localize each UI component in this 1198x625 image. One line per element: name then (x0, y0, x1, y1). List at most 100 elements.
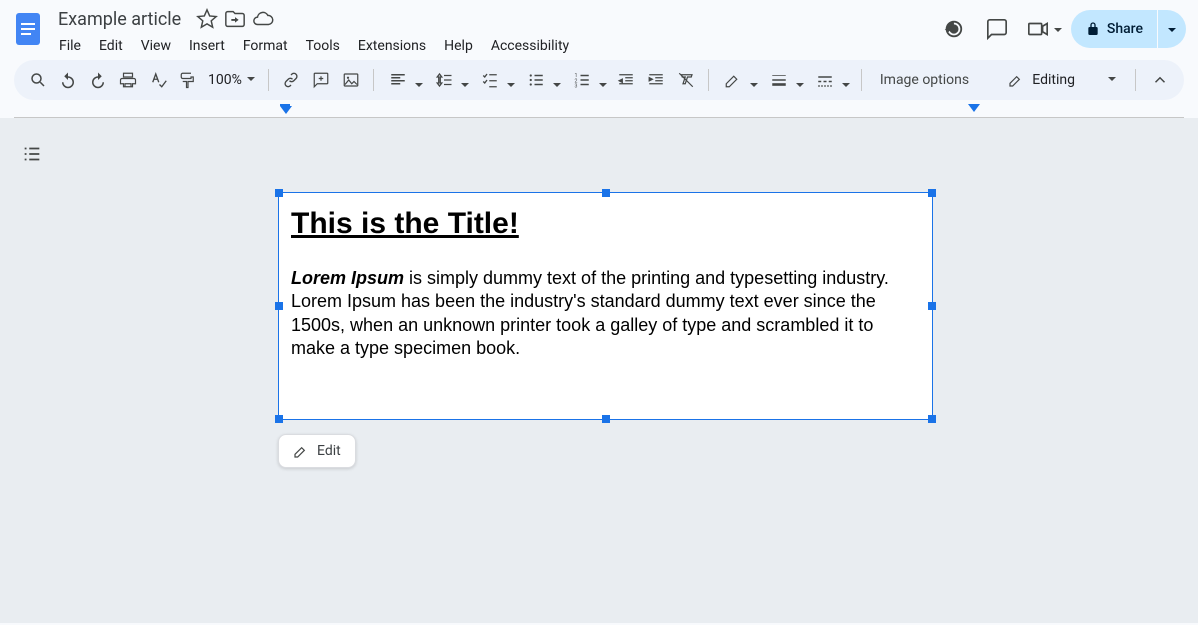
toolbar: 100% 123 Image options (14, 60, 1184, 100)
pen-icon (719, 66, 747, 94)
resize-handle-sw[interactable] (275, 415, 283, 423)
add-comment-icon[interactable] (307, 66, 335, 94)
caret-down-icon (552, 75, 562, 85)
outline-toggle-icon[interactable] (14, 136, 50, 172)
lock-icon (1085, 21, 1101, 37)
right-indent-marker[interactable] (968, 104, 980, 112)
menu-view[interactable]: View (134, 34, 178, 58)
separator (1135, 69, 1136, 91)
menubar: File Edit View Insert Format Tools Exten… (52, 32, 576, 60)
text-box-content: This is the Title! Lorem Ipsum is simply… (279, 193, 932, 389)
bullet-list-icon (522, 66, 550, 94)
title-actions (195, 7, 275, 31)
toolbar-right: Editing (1000, 66, 1174, 94)
menu-file[interactable]: File (52, 34, 88, 58)
resize-handle-nw[interactable] (275, 189, 283, 197)
caret-down-icon (841, 75, 851, 85)
menu-insert[interactable]: Insert (182, 34, 232, 58)
video-icon (1023, 11, 1053, 47)
menu-accessibility[interactable]: Accessibility (484, 34, 576, 58)
caret-down-icon (1107, 72, 1117, 88)
border-dash-icon (811, 66, 839, 94)
line-spacing-dropdown[interactable] (428, 66, 472, 94)
align-left-icon (384, 66, 412, 94)
resize-handle-w[interactable] (275, 302, 283, 310)
caret-down-icon (1053, 20, 1063, 39)
document-canvas[interactable]: This is the Title! Lorem Ipsum is simply… (0, 118, 1198, 623)
border-weight-icon (765, 66, 793, 94)
redo-icon[interactable] (84, 66, 112, 94)
caret-down-icon (1167, 20, 1177, 39)
editing-mode-label: Editing (1032, 72, 1075, 88)
pencil-icon (293, 443, 309, 459)
clear-formatting-icon[interactable] (672, 66, 700, 94)
title-row: Example article (52, 6, 576, 32)
indent-decrease-icon[interactable] (612, 66, 640, 94)
caret-down-icon (460, 75, 470, 85)
paint-format-icon[interactable] (174, 66, 202, 94)
resize-handle-s[interactable] (602, 415, 610, 423)
caret-down-icon (414, 75, 424, 85)
menu-edit[interactable]: Edit (92, 34, 130, 58)
document-title[interactable]: Example article (52, 9, 187, 30)
share-button[interactable]: Share (1071, 10, 1157, 48)
caret-down-icon (246, 72, 256, 88)
history-icon[interactable] (935, 11, 971, 47)
menu-tools[interactable]: Tools (299, 34, 347, 58)
content-body: Lorem Ipsum is simply dummy text of the … (291, 267, 920, 361)
zoom-value: 100% (208, 72, 242, 88)
star-icon[interactable] (195, 7, 219, 31)
caret-down-icon (506, 75, 516, 85)
header-right: Share (935, 6, 1190, 52)
search-menus-icon[interactable] (24, 66, 52, 94)
checklist-icon (476, 66, 504, 94)
pencil-icon (1008, 72, 1024, 88)
comments-icon[interactable] (979, 11, 1015, 47)
separator (861, 69, 862, 91)
border-color-dropdown[interactable] (717, 66, 761, 94)
meet-button[interactable] (1023, 11, 1063, 47)
content-title: This is the Title! (291, 207, 920, 241)
border-weight-dropdown[interactable] (763, 66, 807, 94)
move-icon[interactable] (223, 7, 247, 31)
bullet-list-dropdown[interactable] (520, 66, 564, 94)
line-spacing-icon (430, 66, 458, 94)
ruler[interactable] (14, 104, 1184, 118)
caret-down-icon (749, 75, 759, 85)
numbered-list-dropdown[interactable]: 123 (566, 66, 610, 94)
resize-handle-e[interactable] (928, 302, 936, 310)
edit-popover-label: Edit (317, 443, 341, 459)
numbered-list-icon: 123 (568, 66, 596, 94)
collapse-toolbar-icon[interactable] (1146, 66, 1174, 94)
resize-handle-ne[interactable] (928, 189, 936, 197)
app-header: Example article File Edit View Insert Fo… (0, 0, 1198, 60)
menu-help[interactable]: Help (437, 34, 480, 58)
print-icon[interactable] (114, 66, 142, 94)
resize-handle-se[interactable] (928, 415, 936, 423)
image-options-button[interactable]: Image options (870, 72, 979, 88)
docs-logo[interactable] (8, 6, 48, 52)
menu-format[interactable]: Format (236, 34, 295, 58)
text-box-selection[interactable]: This is the Title! Lorem Ipsum is simply… (278, 192, 933, 420)
zoom-select[interactable]: 100% (204, 72, 260, 88)
share-label: Share (1107, 21, 1143, 37)
cloud-status-icon[interactable] (251, 7, 275, 31)
separator (373, 69, 374, 91)
checklist-dropdown[interactable] (474, 66, 518, 94)
spellcheck-icon[interactable] (144, 66, 172, 94)
caret-down-icon (598, 75, 608, 85)
edit-popover-button[interactable]: Edit (278, 434, 356, 468)
resize-handle-n[interactable] (602, 189, 610, 197)
separator (708, 69, 709, 91)
insert-link-icon[interactable] (277, 66, 305, 94)
caret-down-icon (795, 75, 805, 85)
left-indent-marker[interactable] (280, 104, 292, 114)
undo-icon[interactable] (54, 66, 82, 94)
menu-extensions[interactable]: Extensions (351, 34, 433, 58)
align-dropdown[interactable] (382, 66, 426, 94)
editing-mode-dropdown[interactable]: Editing (1000, 72, 1125, 88)
indent-increase-icon[interactable] (642, 66, 670, 94)
border-dash-dropdown[interactable] (809, 66, 853, 94)
insert-image-icon[interactable] (337, 66, 365, 94)
share-dropdown[interactable] (1158, 10, 1186, 48)
